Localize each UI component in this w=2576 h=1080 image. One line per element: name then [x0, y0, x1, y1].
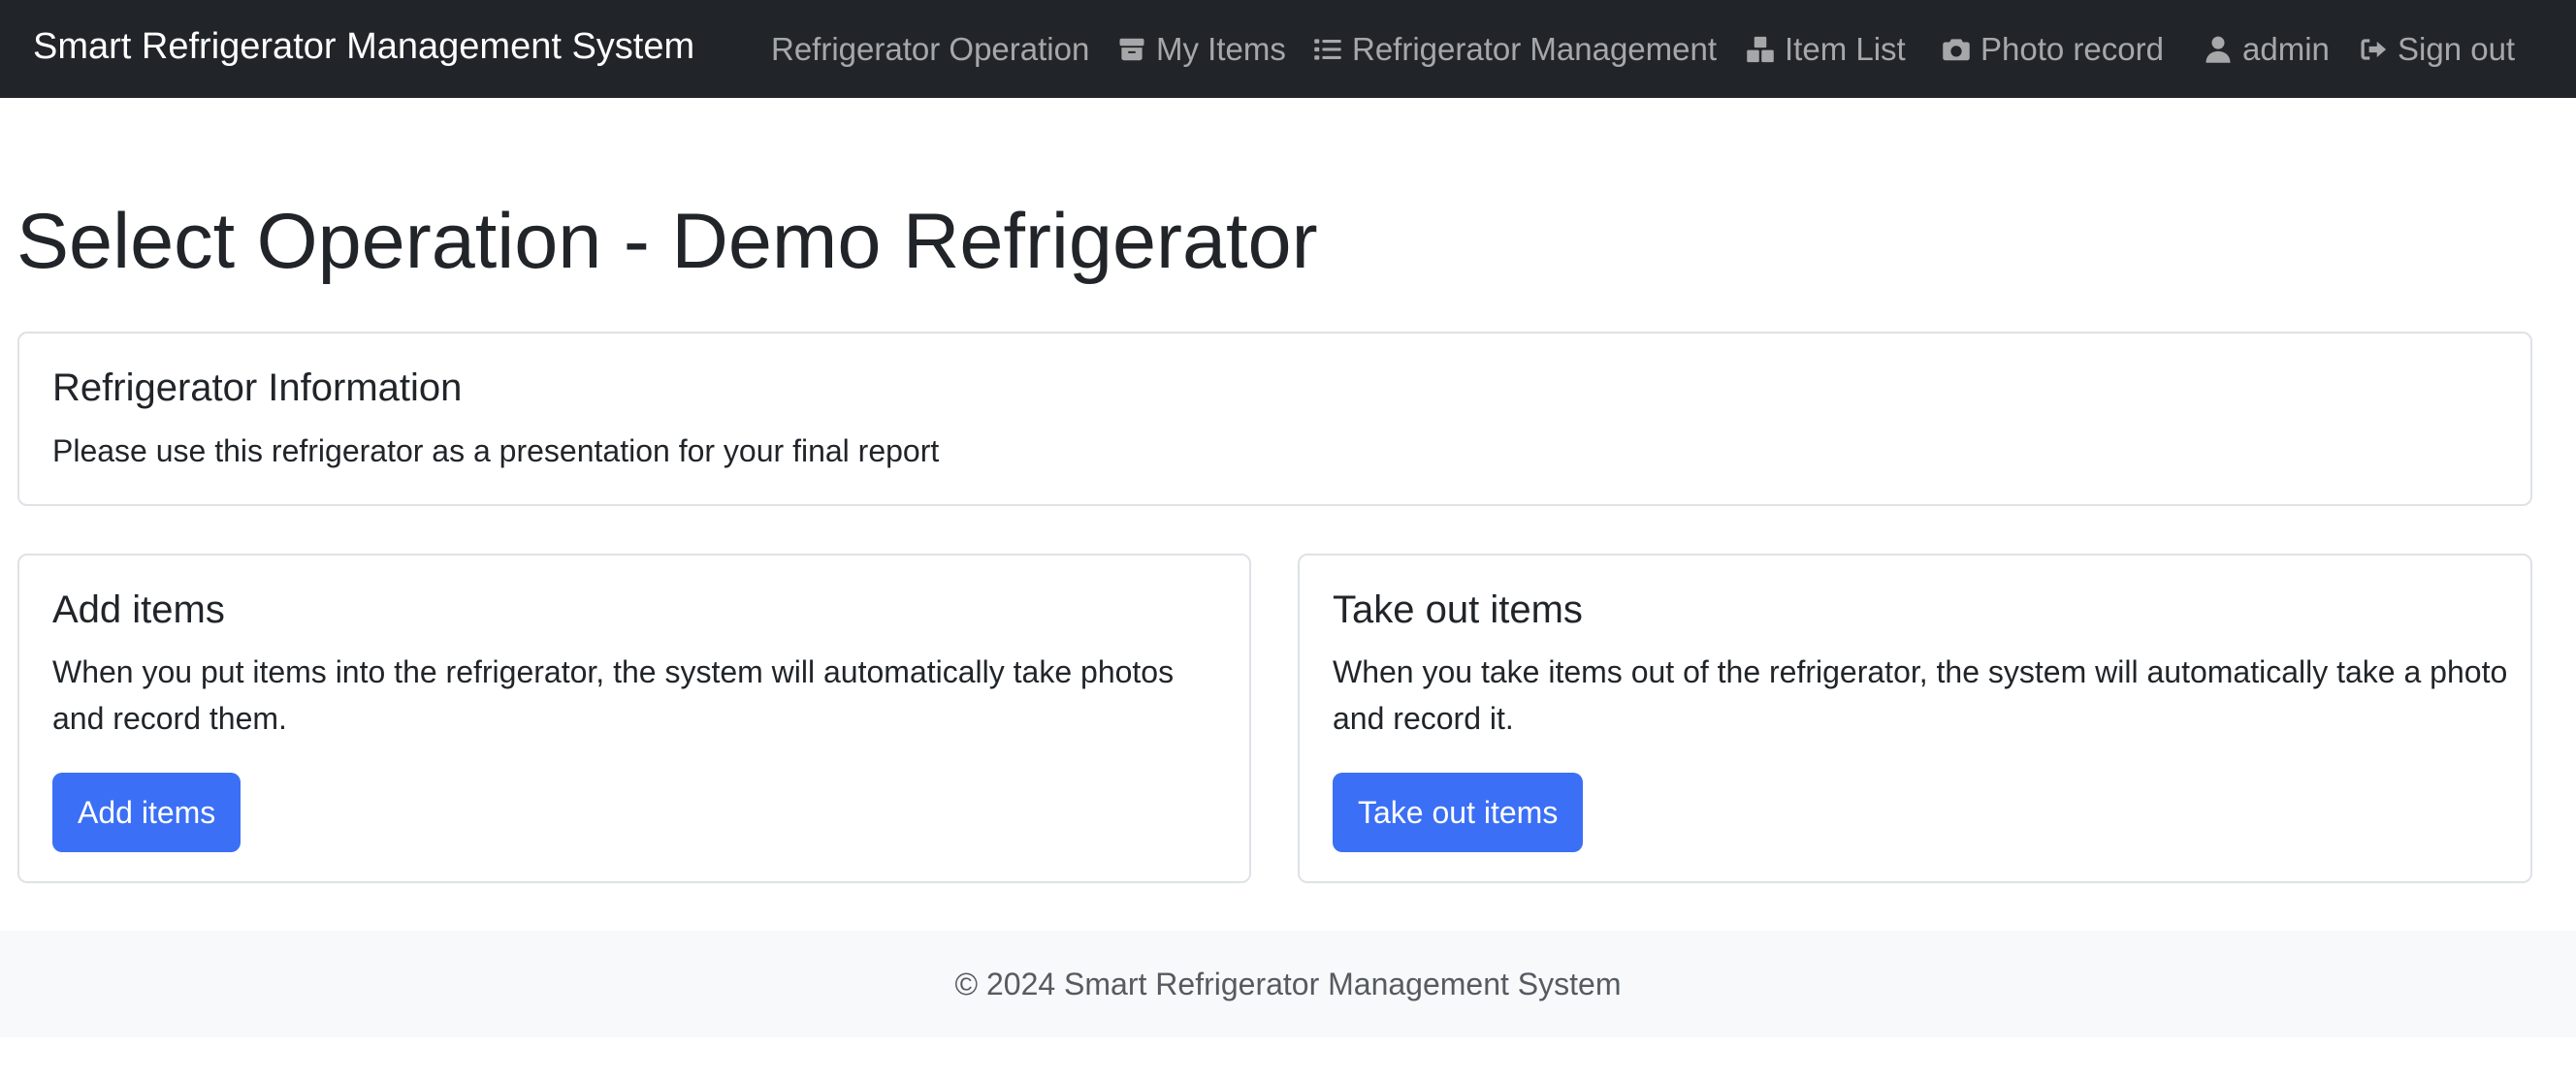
nav-item-item-list[interactable]: Item List: [1746, 0, 1906, 98]
nav-item-photo-record[interactable]: Photo record: [1942, 0, 2164, 98]
nav-item-label: Item List: [1785, 30, 1906, 67]
nav-item-label: My Items: [1156, 30, 1286, 67]
nav-item-label: Refrigerator Operation: [771, 30, 1090, 67]
nav-item-label: Photo record: [1980, 30, 2164, 67]
box-icon: [1119, 38, 1144, 60]
user-icon: [2206, 36, 2231, 63]
nav-item-refrigerator-operation[interactable]: Refrigerator Operation: [771, 0, 1089, 98]
page-title: Select Operation - Demo Refrigerator: [16, 198, 1318, 285]
take-out-items-button[interactable]: Take out items: [1333, 773, 1584, 852]
add-items-card: Add items When you put items into the re…: [17, 554, 1251, 883]
sign-out-icon: [2361, 38, 2387, 60]
nav-item-label: admin: [2242, 30, 2330, 67]
info-card-title: Refrigerator Information: [52, 366, 463, 409]
nav-item-refrigerator-management[interactable]: Refrigerator Management: [1313, 0, 1717, 98]
footer-copyright: © 2024 Smart Refrigerator Management Sys…: [954, 966, 1622, 1001]
take-out-items-card-title: Take out items: [1333, 588, 1583, 631]
navbar: Smart Refrigerator Management System Ref…: [0, 0, 2576, 98]
refrigerator-info-card: Refrigerator Information Please use this…: [17, 332, 2532, 506]
add-items-card-text: When you put items into the refrigerator…: [52, 654, 1175, 736]
nav-item-label: Refrigerator Management: [1352, 30, 1718, 67]
footer: © 2024 Smart Refrigerator Management Sys…: [0, 931, 2576, 1037]
nav-item-admin[interactable]: admin: [2204, 0, 2330, 98]
take-out-items-card: Take out items When you take items out o…: [1298, 554, 2532, 883]
camera-icon: [1943, 38, 1970, 60]
info-card-text: Please use this refrigerator as a presen…: [52, 433, 940, 468]
add-items-card-title: Add items: [52, 588, 225, 631]
take-out-items-card-text: When you take items out of the refrigera…: [1333, 654, 2508, 736]
nav-item-my-items[interactable]: My Items: [1117, 0, 1286, 98]
list-icon: [1314, 38, 1341, 60]
nav-item-label: Sign out: [2398, 30, 2516, 67]
boxes-icon: [1747, 36, 1774, 62]
nav-item-sign-out[interactable]: Sign out: [2359, 0, 2515, 98]
brand-link[interactable]: Smart Refrigerator Management System: [33, 0, 694, 98]
add-items-button[interactable]: Add items: [52, 773, 242, 852]
